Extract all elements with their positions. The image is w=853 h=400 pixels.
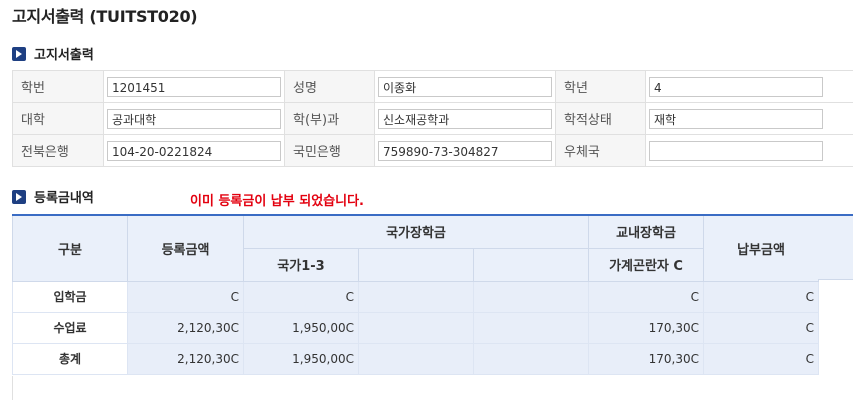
- campus-hardship-cell: C: [588, 280, 705, 313]
- header-paid-amount: 납부금액: [703, 214, 820, 282]
- payment-notice: 이미 등록금이 납부 되었습니다.: [190, 194, 364, 209]
- grid-empty-area: [12, 376, 853, 400]
- campus-hardship-cell: 170,30C: [588, 342, 705, 375]
- row-label: 총계: [12, 342, 128, 375]
- tuition-cell: 2,120,30C: [127, 342, 244, 375]
- tuition-cell: 2,120,30C: [127, 311, 244, 344]
- section-header-notice-print: 고지서출력: [12, 44, 94, 63]
- header-campus-scholarship: 교내장학금: [588, 214, 705, 249]
- student-info-table: 학번 1201451 성명 이종화 학년 4 대학 공과대학 학(부)과 신소재…: [12, 70, 853, 167]
- department-field[interactable]: 신소재공학과: [378, 108, 552, 129]
- page-title: 고지서출력 (TUITST020): [12, 7, 198, 26]
- header-national-empty: [358, 247, 474, 282]
- paid-cell: C: [703, 280, 820, 313]
- empty-cell: [358, 311, 474, 344]
- tuition-grid: 구분 등록금액 국가장학금 교내장학금 납부금액 국가1-3 가계곤란자 C 입…: [12, 214, 820, 375]
- info-row: 전북은행 104-20-0221824 국민은행 759890-73-30482…: [12, 134, 853, 167]
- empty-cell: [358, 342, 474, 375]
- info-row: 학번 1201451 성명 이종화 학년 4: [12, 70, 853, 103]
- field-label: 대학: [12, 102, 104, 135]
- chevron-right-icon: [12, 46, 26, 61]
- name-field[interactable]: 이종화: [378, 76, 552, 97]
- kookmin-bank-account-field[interactable]: 759890-73-304827: [378, 140, 552, 161]
- tuition-cell: C: [127, 280, 244, 313]
- empty-cell: [472, 311, 590, 344]
- table-row: 입학금 C C C C: [12, 280, 820, 313]
- table-row: 총계 2,120,30C 1,950,00C 170,30C C: [12, 342, 820, 375]
- grade-field[interactable]: 4: [649, 76, 823, 97]
- empty-cell: [472, 342, 590, 375]
- field-label: 학(부)과: [284, 102, 375, 135]
- chevron-right-icon: [12, 189, 26, 204]
- college-field[interactable]: 공과대학: [107, 108, 281, 129]
- header-national-empty: [472, 247, 590, 282]
- row-label: 수업료: [12, 311, 128, 344]
- section-header-tuition-details: 등록금내역: [12, 187, 94, 206]
- national-1-3-cell: 1,950,00C: [243, 342, 359, 375]
- field-label: 전북은행: [12, 134, 104, 167]
- national-1-3-cell: C: [243, 280, 359, 313]
- paid-cell: C: [703, 342, 820, 375]
- header-category: 구분: [12, 214, 128, 282]
- table-row: 수업료 2,120,30C 1,950,00C 170,30C C: [12, 311, 820, 344]
- enrollment-status-field[interactable]: 재학: [649, 108, 823, 129]
- row-label: 입학금: [12, 280, 128, 313]
- header-tuition: 등록금액: [127, 214, 244, 282]
- field-label: 학년: [555, 70, 646, 103]
- national-1-3-cell: 1,950,00C: [243, 311, 359, 344]
- field-label: 우체국: [555, 134, 646, 167]
- section-title: 고지서출력: [34, 48, 94, 63]
- field-label: 학적상태: [555, 102, 646, 135]
- header-national-scholarship: 국가장학금: [242, 214, 590, 249]
- info-row: 대학 공과대학 학(부)과 신소재공학과 학적상태 재학: [12, 102, 853, 135]
- jeonbuk-bank-account-field[interactable]: 104-20-0221824: [107, 140, 281, 161]
- field-label: 학번: [12, 70, 104, 103]
- empty-cell: [358, 280, 474, 313]
- field-label: 국민은행: [284, 134, 375, 167]
- post-office-account-field[interactable]: [649, 140, 823, 161]
- empty-cell: [472, 280, 590, 313]
- header-campus-hardship: 가계곤란자 C: [588, 247, 705, 282]
- campus-hardship-cell: 170,30C: [588, 311, 705, 344]
- paid-cell: C: [703, 311, 820, 344]
- field-label: 성명: [284, 70, 375, 103]
- grid-header-filler: [818, 214, 853, 280]
- section-title: 등록금내역: [34, 191, 94, 206]
- student-id-field[interactable]: 1201451: [107, 76, 281, 97]
- header-national-1-3: 국가1-3: [243, 247, 359, 282]
